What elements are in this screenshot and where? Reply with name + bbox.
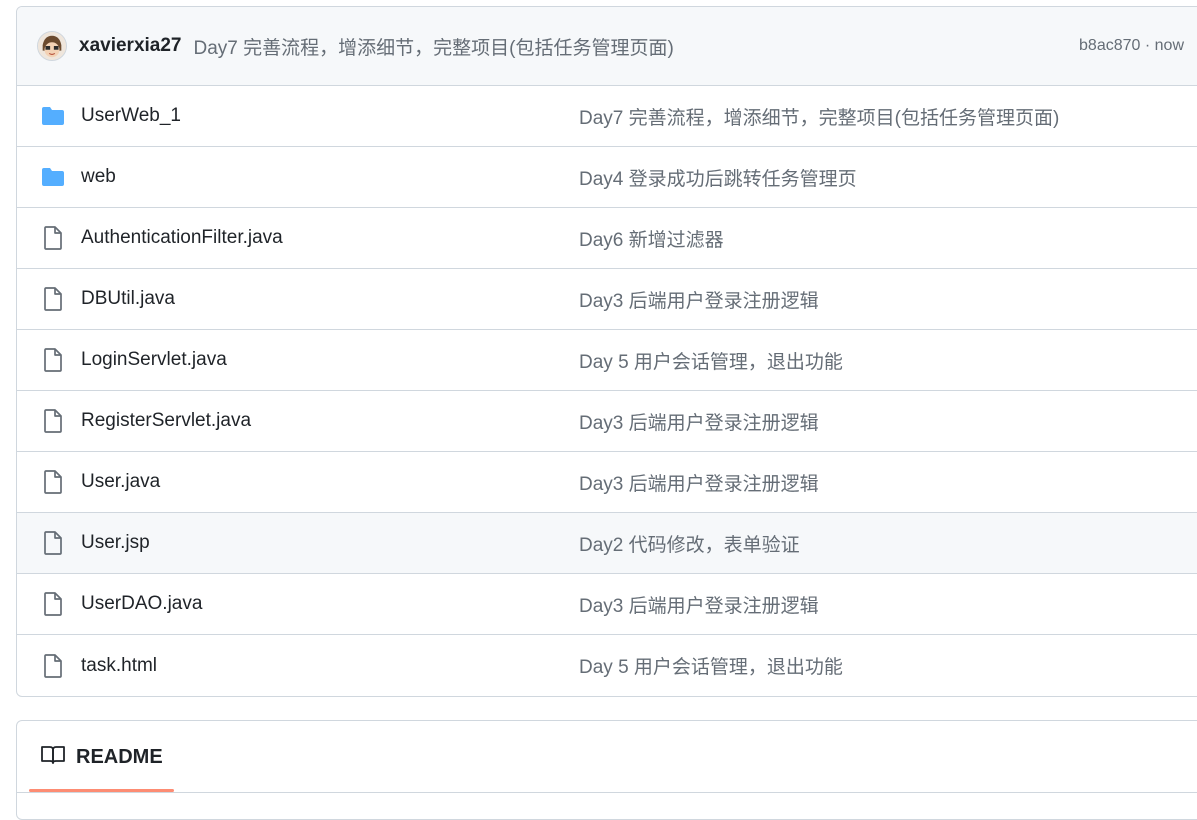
file-row[interactable]: AuthenticationFilter.java Day6 新增过滤器 [17,208,1197,269]
file-name-link[interactable]: DBUtil.java [81,288,175,310]
file-row[interactable]: UserWeb_1 Day7 完善流程，增添细节，完整项目(包括任务管理页面) [17,86,1197,147]
folder-icon [41,106,65,126]
file-name-link[interactable]: User.java [81,471,160,493]
file-commit-message-link[interactable]: Day3 后端用户登录注册逻辑 [579,591,819,618]
file-name-link[interactable]: UserWeb_1 [81,105,181,127]
file-commit-message-link[interactable]: Day 5 用户会话管理，退出功能 [579,652,843,679]
file-list: xavierxia27 Day7 完善流程，增添细节，完整项目(包括任务管理页面… [16,6,1197,697]
readme-panel: README [16,720,1197,820]
latest-commit-bar: xavierxia27 Day7 完善流程，增添细节，完整项目(包括任务管理页面… [17,7,1197,86]
readme-divider [17,792,1197,793]
file-name-link[interactable]: AuthenticationFilter.java [81,227,283,249]
commit-hash-time[interactable]: b8ac870 · now [1079,37,1184,55]
file-commit-message-link[interactable]: Day6 新增过滤器 [579,225,724,252]
file-name-link[interactable]: web [81,166,116,188]
file-icon [41,348,65,372]
file-commit-message-link[interactable]: Day 5 用户会话管理，退出功能 [579,347,843,374]
commit-message-link[interactable]: Day7 完善流程，增添细节，完整项目(包括任务管理页面) [194,33,674,60]
file-row[interactable]: RegisterServlet.java Day3 后端用户登录注册逻辑 [17,391,1197,452]
file-row[interactable]: LoginServlet.java Day 5 用户会话管理，退出功能 [17,330,1197,391]
file-row[interactable]: User.java Day3 后端用户登录注册逻辑 [17,452,1197,513]
file-icon [41,592,65,616]
file-name-link[interactable]: task.html [81,655,157,677]
file-icon [41,287,65,311]
file-commit-message-link[interactable]: Day7 完善流程，增添细节，完整项目(包括任务管理页面) [579,103,1059,130]
book-icon [40,744,66,771]
file-name-link[interactable]: User.jsp [81,532,150,554]
file-rows: UserWeb_1 Day7 完善流程，增添细节，完整项目(包括任务管理页面) we… [17,86,1197,696]
file-row[interactable]: web Day4 登录成功后跳转任务管理页 [17,147,1197,208]
readme-tab-label: README [76,745,163,768]
file-row[interactable]: task.html Day 5 用户会话管理，退出功能 [17,635,1197,696]
file-commit-message-link[interactable]: Day4 登录成功后跳转任务管理页 [579,164,857,191]
file-row[interactable]: DBUtil.java Day3 后端用户登录注册逻辑 [17,269,1197,330]
folder-icon [41,167,65,187]
commit-author-link[interactable]: xavierxia27 [79,35,182,57]
file-row[interactable]: UserDAO.java Day3 后端用户登录注册逻辑 [17,574,1197,635]
file-icon [41,226,65,250]
file-commit-message-link[interactable]: Day2 代码修改，表单验证 [579,530,800,557]
file-icon [41,470,65,494]
file-name-link[interactable]: LoginServlet.java [81,349,227,371]
file-icon [41,409,65,433]
file-name-link[interactable]: RegisterServlet.java [81,410,251,432]
file-name-link[interactable]: UserDAO.java [81,593,202,615]
avatar[interactable] [37,31,67,61]
readme-tab[interactable]: README [40,721,163,793]
file-row[interactable]: User.jsp Day2 代码修改，表单验证 [17,513,1197,574]
file-icon [41,653,65,678]
file-commit-message-link[interactable]: Day3 后端用户登录注册逻辑 [579,286,819,313]
file-icon [41,531,65,555]
file-commit-message-link[interactable]: Day3 后端用户登录注册逻辑 [579,408,819,435]
file-commit-message-link[interactable]: Day3 后端用户登录注册逻辑 [579,469,819,496]
